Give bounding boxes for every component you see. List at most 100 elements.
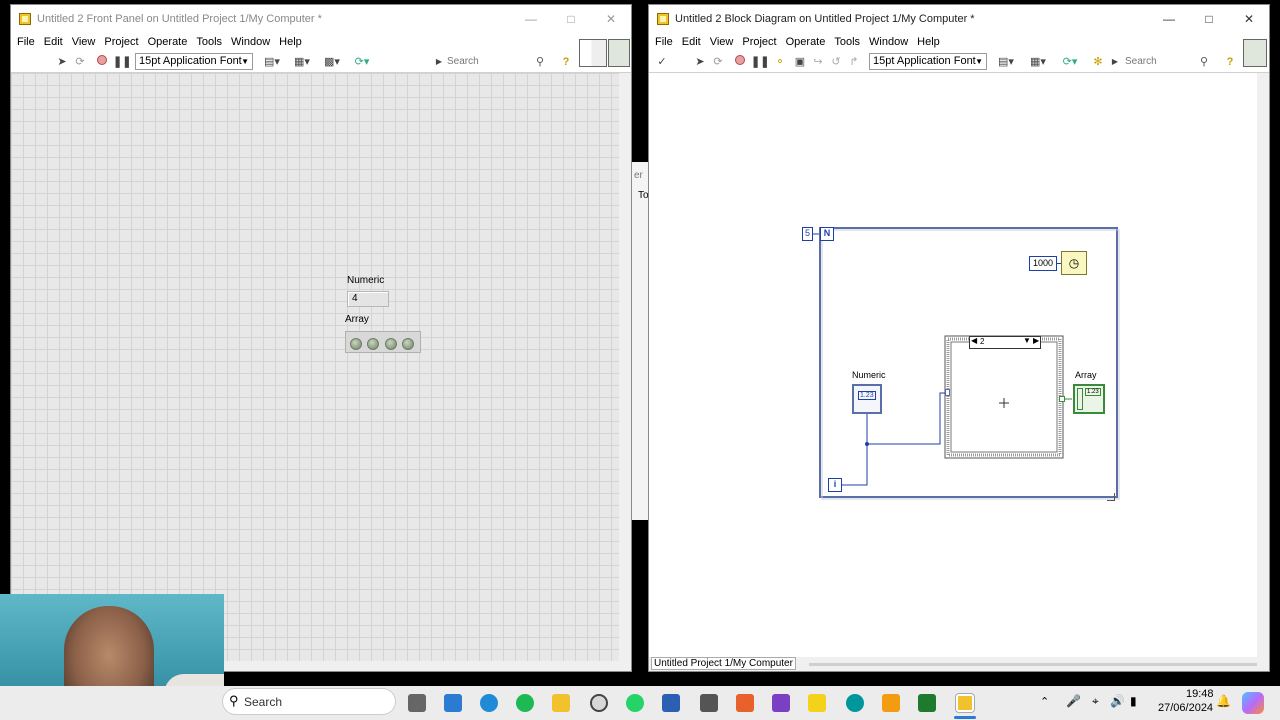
menu-operate[interactable]: Operate	[786, 36, 826, 48]
search-input[interactable]: Search	[1125, 54, 1205, 69]
resize-objects-icon[interactable]: ▩▾	[321, 54, 343, 70]
menu-tools[interactable]: Tools	[834, 36, 860, 48]
clock-date[interactable]: 27/06/2024	[1158, 702, 1213, 714]
reorder-icon[interactable]: ⟳▾	[351, 54, 373, 70]
case-selector[interactable]: ◀ 2 ▼ ▶	[969, 336, 1041, 349]
array-indicator-terminal[interactable]: 1.23	[1073, 384, 1105, 414]
toolbar-overflow-icon[interactable]: ▶	[1111, 54, 1119, 70]
clean-up-diagram-icon[interactable]: ✻	[1089, 54, 1107, 70]
close-icon[interactable]: ✕	[591, 12, 631, 26]
menu-view[interactable]: View	[72, 36, 96, 48]
pause-icon[interactable]: ❚❚	[751, 54, 769, 70]
case-selector-terminal[interactable]	[945, 389, 950, 396]
search-icon[interactable]: ⚲	[533, 54, 547, 70]
loop-count-terminal[interactable]: N	[820, 227, 834, 241]
help-icon[interactable]: ?	[1223, 54, 1237, 70]
wait-ms-icon[interactable]: ◷	[1061, 251, 1087, 275]
numeric-control-terminal[interactable]: 1.23	[852, 384, 882, 414]
labview-icon[interactable]	[956, 694, 974, 712]
clock-time[interactable]: 19:48	[1186, 688, 1214, 700]
media-player-icon[interactable]	[882, 694, 900, 712]
output-tunnel[interactable]	[1059, 396, 1065, 402]
loop-count-constant[interactable]: 5	[802, 227, 813, 241]
array-indicator[interactable]	[345, 331, 421, 353]
menu-edit[interactable]: Edit	[682, 36, 701, 48]
menu-operate[interactable]: Operate	[148, 36, 188, 48]
menu-window[interactable]: Window	[869, 36, 908, 48]
menu-edit[interactable]: Edit	[44, 36, 63, 48]
file-explorer-icon[interactable]	[552, 694, 570, 712]
menu-project[interactable]: Project	[104, 36, 138, 48]
abort-icon[interactable]	[733, 54, 747, 70]
step-over-icon[interactable]: ↺	[829, 54, 843, 70]
chevron-down-icon[interactable]: ▼	[1023, 336, 1031, 345]
font-select[interactable]: 15pt Application Font ▼	[869, 53, 987, 70]
maximize-icon[interactable]: □	[551, 12, 591, 26]
task-view-icon[interactable]	[408, 694, 426, 712]
whatsapp-icon[interactable]	[626, 694, 644, 712]
front-panel-titlebar[interactable]: Untitled 2 Front Panel on Untitled Proje…	[11, 5, 631, 33]
loop-resize-handle[interactable]	[1107, 493, 1115, 501]
close-icon[interactable]: ✕	[1229, 12, 1269, 26]
retain-wire-values-icon[interactable]: ▣	[793, 54, 807, 70]
battery-icon[interactable]: ▮	[1130, 694, 1137, 708]
menu-window[interactable]: Window	[231, 36, 270, 48]
pause-icon[interactable]: ❚❚	[113, 54, 131, 70]
highlight-execution-icon[interactable]: ⚬	[773, 54, 787, 70]
menu-view[interactable]: View	[710, 36, 734, 48]
arduino-icon[interactable]	[846, 694, 864, 712]
menu-help[interactable]: Help	[279, 36, 302, 48]
wifi-icon[interactable]: ⌖	[1092, 694, 1099, 709]
case-decrement-icon[interactable]: ◀	[971, 336, 977, 345]
connector-pane-icon[interactable]	[579, 39, 607, 67]
menu-file[interactable]: File	[655, 36, 673, 48]
chevron-up-icon[interactable]: ⌃	[1040, 695, 1049, 708]
wait-ms-constant[interactable]: 1000	[1029, 256, 1057, 271]
menu-project[interactable]: Project	[742, 36, 776, 48]
chrome-icon[interactable]	[590, 694, 608, 712]
abort-icon[interactable]	[95, 54, 109, 70]
minecraft-icon[interactable]	[918, 694, 936, 712]
help-icon[interactable]: ?	[559, 54, 573, 70]
run-arrow-icon[interactable]: ➤	[693, 54, 707, 70]
vi-icon[interactable]	[1243, 39, 1267, 67]
run-continuously-icon[interactable]: ⟳	[73, 54, 87, 70]
iteration-terminal[interactable]: i	[828, 478, 842, 492]
step-out-icon[interactable]: ↱	[847, 54, 861, 70]
horizontal-scrollbar[interactable]	[809, 663, 1257, 666]
project-context[interactable]: Untitled Project 1/My Computer	[651, 657, 796, 670]
minimize-icon[interactable]: —	[1149, 12, 1189, 26]
taskbar-search[interactable]: ⚲ Search	[222, 688, 396, 715]
reorder-icon[interactable]: ⟳▾	[1059, 54, 1081, 70]
search-input[interactable]: Search	[447, 54, 527, 69]
case-increment-icon[interactable]: ▶	[1033, 336, 1039, 345]
menu-help[interactable]: Help	[917, 36, 940, 48]
align-objects-icon[interactable]: ▤▾	[261, 54, 283, 70]
align-objects-icon[interactable]: ▤▾	[995, 54, 1017, 70]
word-icon[interactable]	[662, 694, 680, 712]
search-icon[interactable]: ⚲	[1197, 54, 1211, 70]
vi-icon[interactable]	[608, 39, 630, 67]
toolbar-overflow-icon[interactable]: ▶	[435, 54, 443, 70]
front-panel-canvas[interactable]: Numeric 4 Array	[11, 73, 619, 661]
minimize-icon[interactable]: —	[511, 12, 551, 26]
font-select[interactable]: 15pt Application Font ▼	[135, 53, 253, 70]
distribute-objects-icon[interactable]: ▦▾	[291, 54, 313, 70]
vertical-scrollbar[interactable]	[1258, 73, 1269, 661]
step-into-icon[interactable]: ↪	[811, 54, 825, 70]
distribute-objects-icon[interactable]: ▦▾	[1027, 54, 1049, 70]
background-window[interactable]: er To	[632, 162, 649, 520]
video-editor-icon[interactable]	[772, 694, 790, 712]
run-continuously-icon[interactable]: ⟳	[711, 54, 725, 70]
vertical-scrollbar[interactable]	[620, 73, 631, 661]
spotify-icon[interactable]	[516, 694, 534, 712]
sticky-notes-icon[interactable]	[808, 694, 826, 712]
maximize-icon[interactable]: □	[1189, 12, 1229, 26]
volume-icon[interactable]: 🔊	[1110, 694, 1125, 708]
menu-file[interactable]: File	[17, 36, 35, 48]
vscode-icon[interactable]	[444, 694, 462, 712]
numeric-control[interactable]: 4	[347, 291, 389, 307]
notification-bell-icon[interactable]: 🔔	[1216, 694, 1231, 708]
snipping-tool-icon[interactable]	[700, 694, 718, 712]
copilot-icon[interactable]	[1242, 692, 1264, 714]
